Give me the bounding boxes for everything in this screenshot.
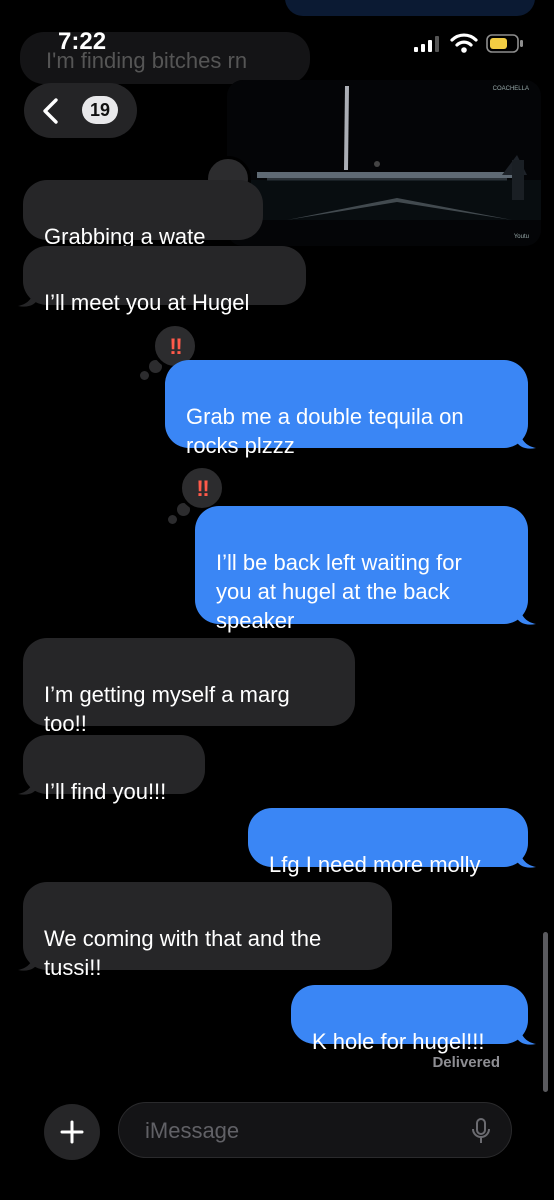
concert-stage-image [227,80,541,246]
message-bubble[interactable]: Grab me a double tequila on rocks plzzz [165,360,528,458]
reaction-double-exclamation: ‼ [179,465,225,511]
message-input-placeholder: iMessage [145,1118,240,1143]
status-time: 7:22 [58,28,107,55]
message-text: I’ll find you!!! [44,779,167,804]
bubble-tail [516,428,536,449]
bubble-tail [516,1024,536,1045]
wifi-icon [450,33,478,53]
message-bubble[interactable]: Lfg I need more molly [248,808,528,877]
message-text: I’m getting myself a marg too!! [44,682,290,736]
bubble-tail [516,847,536,868]
chevron-left-icon [43,98,58,124]
message-text: I’ll meet you at Hugel [44,290,250,315]
message-bubble[interactable]: I’ll meet you at Hugel [23,246,306,315]
message-bubble[interactable]: K hole for hugel!!! [291,985,528,1054]
bubble-tail [18,950,38,971]
scrollbar[interactable] [543,932,548,1092]
bubble-tail [516,604,536,625]
message-bubble[interactable]: I’ll find you!!! [23,735,205,804]
message-bubble[interactable]: I’m getting myself a marg too!! [23,638,355,736]
previous-outgoing-bubble [285,0,535,16]
message-text: We coming with that and the tussi!! [44,926,322,980]
signal-icon [414,36,439,52]
message-text: Lfg I need more molly [269,852,481,877]
message-bubble[interactable]: Grabbing a wate [23,180,263,249]
message-input[interactable]: iMessage [118,1102,512,1158]
double-exclamation-icon: ‼ [196,476,209,501]
add-attachment-button[interactable] [44,1104,100,1160]
unread-count-badge: 19 [82,96,118,124]
delivered-status: Delivered [432,1054,500,1071]
message-text: I’ll be back left waiting for you at hug… [216,550,462,633]
video-watermark: COACHELLA [492,86,529,92]
reaction-tail-dot [168,515,177,524]
microphone-icon[interactable] [471,1117,491,1145]
message-text: Grab me a double tequila on rocks plzzz [186,404,464,458]
double-exclamation-icon: ‼ [169,334,182,359]
back-button[interactable]: 19 [24,83,137,138]
video-source-label: Youtu [513,234,529,240]
message-text: K hole for hugel!!! [312,1029,485,1054]
reaction-tail-dot [140,371,149,380]
bubble-tail [18,774,38,795]
plus-icon [60,1120,84,1144]
bubble-tail [18,286,38,307]
picture-in-picture-video[interactable]: COACHELLA Youtu [227,80,541,246]
message-bubble[interactable]: I’ll be back left waiting for you at hug… [195,506,528,633]
battery-icon [486,34,523,53]
message-bubble[interactable]: We coming with that and the tussi!! [23,882,392,980]
